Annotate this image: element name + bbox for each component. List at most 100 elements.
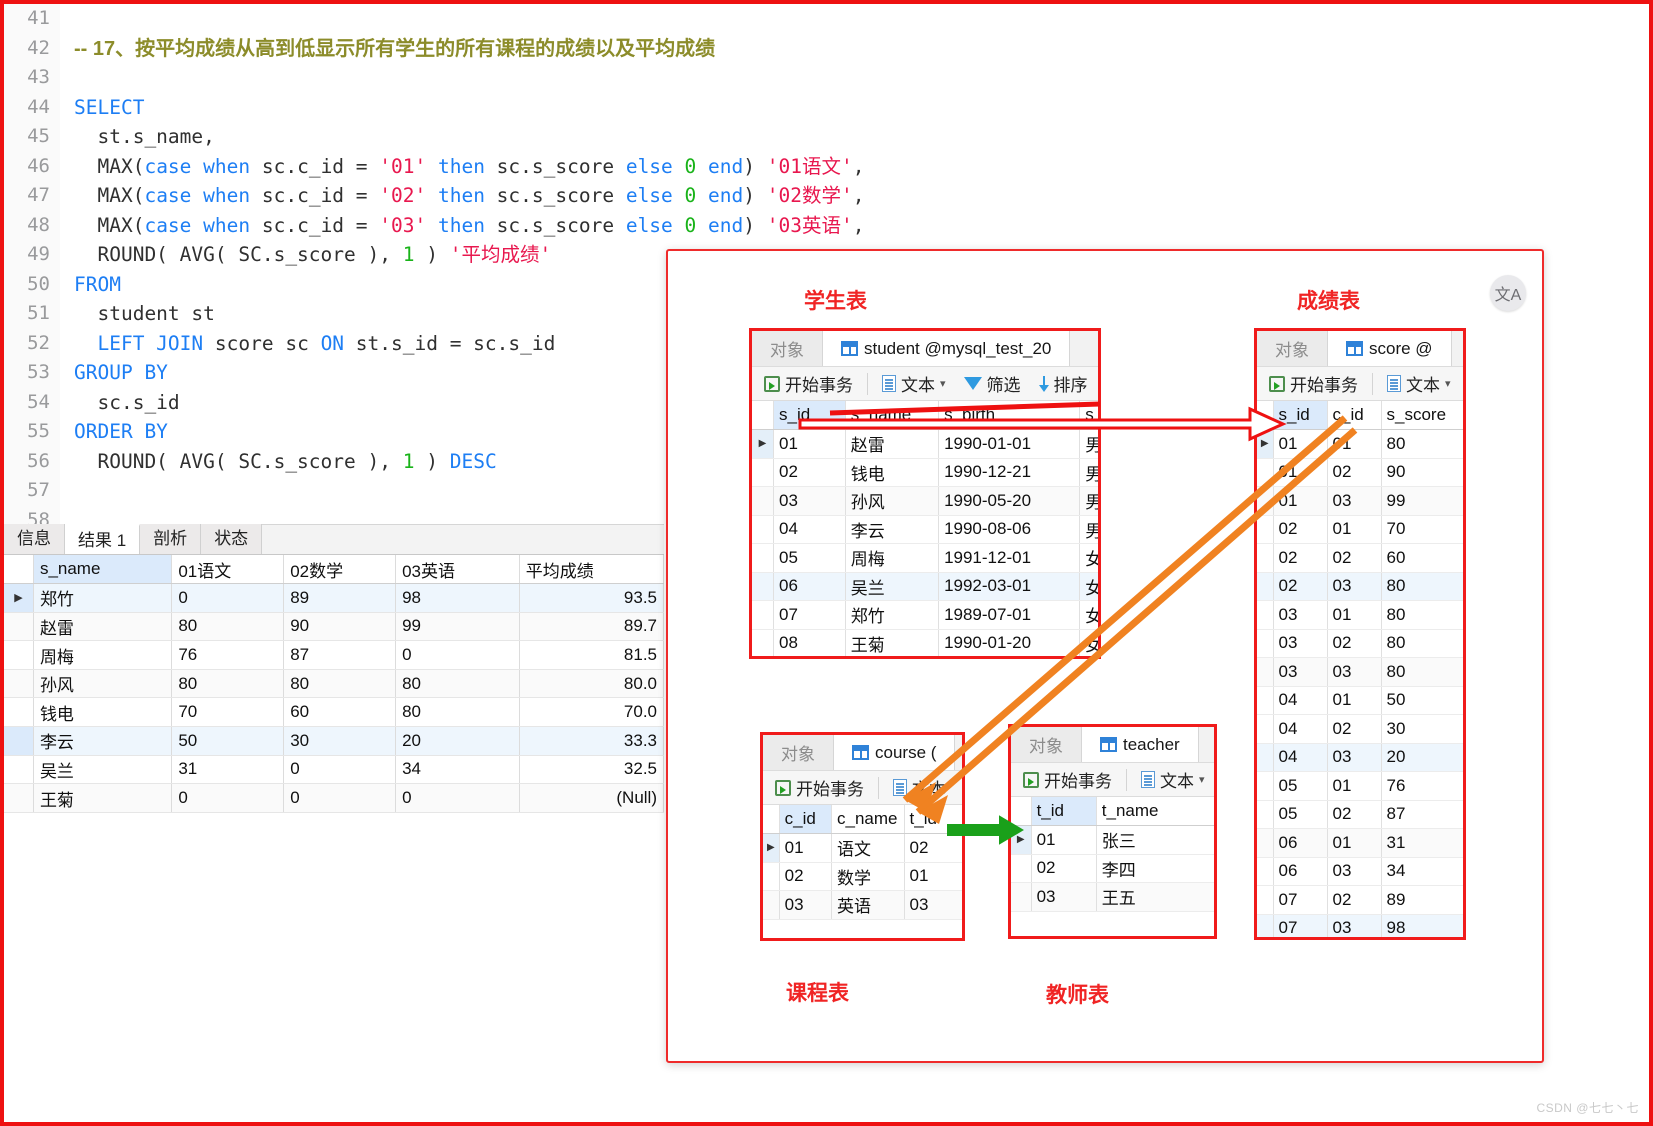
table-row[interactable]: 赵雷 80 90 99 89.7	[4, 612, 665, 642]
result-column-header[interactable]: 03英语	[395, 555, 520, 585]
tab-course-data[interactable]: course (	[834, 735, 956, 770]
table-cell[interactable]: 01	[1327, 515, 1382, 544]
teacher-window-tabs[interactable]: 对象 teacher	[1011, 727, 1214, 763]
result-column-header[interactable]: 平均成绩	[519, 555, 665, 585]
table-cell[interactable]: 0	[171, 783, 285, 813]
table-cell[interactable]: 01	[904, 862, 962, 891]
table-cell[interactable]: 03	[904, 890, 962, 920]
table-cell[interactable]: 32.5	[519, 755, 665, 785]
course-table-window[interactable]: 对象 course ( 开始事务 文本 c_id c_name t_id ▶ 01 语文…	[760, 732, 965, 941]
table-cell[interactable]: 70	[171, 697, 285, 728]
table-cell[interactable]: (Null)	[519, 783, 665, 813]
course-grid[interactable]: c_id c_name t_id ▶ 01 语文 02 02 数学 01 03 英语 03	[763, 805, 962, 920]
table-cell[interactable]: 周梅	[33, 640, 173, 670]
table-cell[interactable]: 06	[1273, 828, 1328, 858]
table-cell[interactable]: 20	[395, 726, 520, 756]
table-cell[interactable]: 王菊	[845, 629, 940, 656]
table-cell[interactable]: 男	[1079, 429, 1098, 459]
table-cell[interactable]: 80	[1381, 429, 1463, 459]
teacher-grid[interactable]: t_id t_name ▶ 01 张三 02 李四 03 王五	[1011, 797, 1214, 912]
table-row[interactable]: 03 02 80	[1257, 629, 1463, 658]
text-button[interactable]: 文本	[886, 775, 953, 800]
table-cell[interactable]: 87	[1381, 800, 1463, 829]
table-cell[interactable]: 06	[1273, 857, 1328, 886]
table-cell[interactable]: 1990-08-06	[938, 515, 1081, 544]
table-cell[interactable]: 03	[1273, 600, 1328, 630]
table-cell[interactable]: 钱电	[845, 458, 940, 487]
table-cell[interactable]: 90	[283, 612, 397, 642]
table-cell[interactable]: 89	[1381, 885, 1463, 915]
table-cell[interactable]: 男	[1079, 458, 1098, 487]
table-cell[interactable]: 02	[773, 458, 846, 487]
teacher-window-toolbar[interactable]: 开始事务 文本 ▾	[1011, 763, 1214, 797]
table-cell[interactable]: 孙风	[845, 486, 940, 516]
table-row[interactable]: ▶ 01 赵雷 1990-01-01 男	[752, 429, 1098, 459]
table-cell[interactable]: 80	[395, 697, 520, 728]
table-cell[interactable]: 郑竹	[33, 583, 173, 613]
table-cell[interactable]: 吴兰	[845, 572, 940, 601]
table-cell[interactable]: 89	[283, 583, 397, 613]
table-cell[interactable]: 07	[773, 600, 846, 630]
column-header[interactable]: s_sex	[1079, 401, 1098, 430]
table-row[interactable]: 04 李云 1990-08-06 男	[752, 515, 1098, 544]
table-cell[interactable]: 01	[1327, 686, 1382, 715]
table-cell[interactable]: 99	[1381, 486, 1463, 516]
score-table-window[interactable]: 对象 score @ 开始事务 文本 ▾ s_id c_id s_score ▶…	[1254, 328, 1466, 940]
student-window-tabs[interactable]: 对象 student @mysql_test_20	[752, 331, 1098, 367]
table-cell[interactable]: 93.5	[519, 583, 665, 613]
sort-button[interactable]: 排序	[1032, 371, 1095, 396]
table-row[interactable]: 06 03 34	[1257, 857, 1463, 886]
table-cell[interactable]: 90	[1381, 458, 1463, 487]
table-cell[interactable]: 80	[171, 612, 285, 642]
table-cell[interactable]: 99	[395, 612, 520, 642]
column-header[interactable]: s_id	[1273, 401, 1328, 430]
teacher-table-window[interactable]: 对象 teacher 开始事务 文本 ▾ t_id t_name ▶ 01 张三…	[1008, 724, 1217, 939]
table-cell[interactable]: 1989-07-01	[938, 600, 1081, 630]
table-cell[interactable]: 03	[1031, 882, 1097, 912]
translate-icon[interactable]: 文A	[1490, 275, 1526, 311]
table-cell[interactable]: 0	[395, 640, 520, 670]
table-cell[interactable]: 01	[1327, 600, 1382, 630]
result-tab-0[interactable]: 信息	[4, 524, 65, 554]
table-cell[interactable]: 50	[1381, 686, 1463, 715]
table-cell[interactable]: 02	[1327, 629, 1382, 658]
table-cell[interactable]: 吴兰	[33, 755, 173, 785]
table-cell[interactable]: 01	[773, 429, 846, 459]
column-header[interactable]: c_id	[779, 805, 833, 834]
student-window-toolbar[interactable]: 开始事务 文本 ▾ 筛选 排序	[752, 367, 1098, 401]
table-cell[interactable]: 0	[171, 583, 285, 613]
table-row[interactable]: 02 02 60	[1257, 543, 1463, 573]
table-cell[interactable]: 1990-01-20	[938, 629, 1081, 656]
column-header[interactable]: s_name	[845, 401, 940, 430]
score-window-toolbar[interactable]: 开始事务 文本 ▾	[1257, 367, 1463, 401]
course-window-tabs[interactable]: 对象 course (	[763, 735, 962, 771]
table-cell[interactable]: 31	[1381, 828, 1463, 858]
filter-button[interactable]: 筛选	[957, 371, 1028, 396]
table-row[interactable]: 06 吴兰 1992-03-01 女	[752, 572, 1098, 601]
table-row[interactable]: 02 数学 01	[763, 862, 962, 891]
tab-object-score[interactable]: 对象	[1257, 331, 1328, 366]
text-button[interactable]: 文本 ▾	[1134, 767, 1212, 792]
bottom-toolbar-strip[interactable]	[6, 1102, 166, 1124]
table-row[interactable]: 周梅 76 87 0 81.5	[4, 640, 665, 670]
table-cell[interactable]: 70	[1381, 515, 1463, 544]
table-row[interactable]: 04 02 30	[1257, 714, 1463, 744]
table-cell[interactable]: 男	[1079, 486, 1098, 516]
table-cell[interactable]: 80	[1381, 657, 1463, 687]
table-row[interactable]: 孙风 80 80 80 80.0	[4, 669, 665, 699]
table-cell[interactable]: 30	[1381, 714, 1463, 744]
table-cell[interactable]: 04	[1273, 743, 1328, 772]
column-header[interactable]: s_id	[773, 401, 846, 430]
table-row[interactable]: 07 03 98	[1257, 914, 1463, 937]
table-cell[interactable]: 男	[1079, 515, 1098, 544]
table-cell[interactable]: 01	[1327, 771, 1382, 801]
table-row[interactable]: 08 王菊 1990-01-20 女	[752, 629, 1098, 656]
table-cell[interactable]: 81.5	[519, 640, 665, 670]
result-tab-3[interactable]: 状态	[201, 524, 263, 554]
table-cell[interactable]: 04	[773, 515, 846, 544]
table-cell[interactable]: 01	[1273, 458, 1328, 487]
table-row[interactable]: 03 英语 03	[763, 890, 962, 920]
table-cell[interactable]: 语文	[831, 833, 905, 863]
table-row[interactable]: 02 钱电 1990-12-21 男	[752, 458, 1098, 487]
table-cell[interactable]: 03	[1327, 486, 1382, 516]
